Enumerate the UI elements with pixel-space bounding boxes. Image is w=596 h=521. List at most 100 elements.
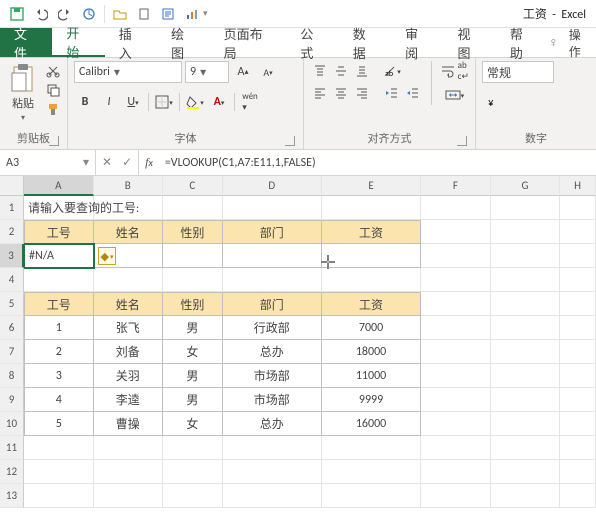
- cell-D7[interactable]: 总办: [223, 340, 322, 364]
- cell-E2[interactable]: 工资: [322, 220, 421, 244]
- cell-A12[interactable]: [24, 460, 94, 484]
- cell-G10[interactable]: [491, 412, 561, 436]
- align-left-icon[interactable]: [310, 83, 330, 103]
- cell-D5[interactable]: 部门: [223, 292, 322, 316]
- cell-G4[interactable]: [491, 268, 561, 292]
- dialog-launcher-icon[interactable]: [285, 136, 295, 146]
- cell-H7[interactable]: [560, 340, 596, 364]
- cell-G5[interactable]: [491, 292, 561, 316]
- row-header-11[interactable]: 11: [0, 436, 24, 460]
- cell-D12[interactable]: [223, 460, 322, 484]
- tab-view[interactable]: 视图: [444, 28, 496, 57]
- row-header-9[interactable]: 9: [0, 388, 24, 412]
- cell-B8[interactable]: 关羽: [94, 364, 164, 388]
- cell-H9[interactable]: [560, 388, 596, 412]
- cell-G9[interactable]: [491, 388, 561, 412]
- tab-review[interactable]: 审阅: [391, 28, 443, 57]
- font-name-combo[interactable]: Calibri▾: [74, 61, 182, 83]
- fx-icon[interactable]: fx: [139, 150, 159, 175]
- cell-G6[interactable]: [491, 316, 561, 340]
- phonetic-icon[interactable]: wén▾: [239, 91, 261, 113]
- cell-F11[interactable]: [421, 436, 491, 460]
- italic-button[interactable]: I: [98, 91, 120, 113]
- cell-B9[interactable]: 李逵: [94, 388, 164, 412]
- format-painter-icon[interactable]: [44, 101, 62, 117]
- cell-E4[interactable]: [322, 268, 421, 292]
- error-indicator-icon[interactable]: ◆▾: [98, 247, 116, 265]
- tell-me-icon[interactable]: ♀: [548, 34, 559, 51]
- cell-B4[interactable]: [94, 268, 164, 292]
- fill-color-icon[interactable]: ▾: [184, 91, 206, 113]
- dialog-launcher-icon[interactable]: [49, 136, 59, 146]
- row-header-7[interactable]: 7: [0, 340, 24, 364]
- column-header-B[interactable]: B: [94, 176, 164, 196]
- cell-D3[interactable]: [223, 244, 322, 268]
- cell-E6[interactable]: 7000: [322, 316, 421, 340]
- redo-icon[interactable]: [54, 3, 76, 25]
- accounting-format-icon[interactable]: ¥: [482, 91, 504, 113]
- cell-F12[interactable]: [421, 460, 491, 484]
- column-header-F[interactable]: F: [421, 176, 491, 196]
- open-icon[interactable]: [109, 3, 131, 25]
- cell-A4[interactable]: [24, 268, 94, 292]
- cell-F6[interactable]: [421, 316, 491, 340]
- cell-C10[interactable]: 女: [163, 412, 223, 436]
- cell-H13[interactable]: [560, 484, 596, 508]
- increase-indent-icon[interactable]: [403, 83, 423, 103]
- orientation-icon[interactable]: ab▾: [382, 61, 402, 81]
- cell-H4[interactable]: [560, 268, 596, 292]
- tab-data[interactable]: 数据: [339, 28, 391, 57]
- cell-E10[interactable]: 16000: [322, 412, 421, 436]
- formula-input[interactable]: =VLOOKUP(C1,A7:E11,1,FALSE): [159, 150, 596, 175]
- cell-D10[interactable]: 总办: [223, 412, 322, 436]
- cell-H10[interactable]: [560, 412, 596, 436]
- cell-H11[interactable]: [560, 436, 596, 460]
- cancel-icon[interactable]: ✕: [102, 155, 112, 170]
- chart-icon[interactable]: [181, 3, 203, 25]
- row-header-1[interactable]: 1: [0, 196, 24, 220]
- tab-formulas[interactable]: 公式: [286, 28, 338, 57]
- tab-insert[interactable]: 插入: [105, 28, 157, 57]
- cell-A6[interactable]: 1: [24, 316, 94, 340]
- cell-D2[interactable]: 部门: [223, 220, 322, 244]
- cell-F7[interactable]: [421, 340, 491, 364]
- cell-B2[interactable]: 姓名: [94, 220, 164, 244]
- cell-G2[interactable]: [491, 220, 561, 244]
- copy-icon[interactable]: [44, 82, 62, 98]
- enter-icon[interactable]: ✓: [122, 155, 132, 170]
- font-size-combo[interactable]: 9▾: [185, 61, 229, 83]
- cell-A10[interactable]: 5: [24, 412, 94, 436]
- cell-H1[interactable]: [560, 196, 596, 220]
- cell-E3[interactable]: [322, 244, 421, 268]
- cell-B7[interactable]: 刘备: [94, 340, 164, 364]
- decrease-indent-icon[interactable]: [382, 83, 402, 103]
- column-header-D[interactable]: D: [223, 176, 322, 196]
- cell-B12[interactable]: [94, 460, 164, 484]
- row-header-12[interactable]: 12: [0, 460, 24, 484]
- cell-A8[interactable]: 3: [24, 364, 94, 388]
- cell-F5[interactable]: [421, 292, 491, 316]
- decrease-font-icon[interactable]: A▾: [257, 61, 279, 83]
- cell-B5[interactable]: 姓名: [94, 292, 164, 316]
- cell-H12[interactable]: [560, 460, 596, 484]
- cell-E12[interactable]: [322, 460, 421, 484]
- cell-C6[interactable]: 男: [163, 316, 223, 340]
- cell-E11[interactable]: [322, 436, 421, 460]
- tab-home[interactable]: 开始: [52, 28, 104, 57]
- align-right-icon[interactable]: [352, 83, 372, 103]
- cell-A1[interactable]: 请输入要查询的工号:: [24, 196, 94, 220]
- cell-G7[interactable]: [491, 340, 561, 364]
- cell-H3[interactable]: [560, 244, 596, 268]
- undo-icon[interactable]: [30, 3, 52, 25]
- tab-page-layout[interactable]: 页面布局: [210, 28, 287, 57]
- cell-G13[interactable]: [491, 484, 561, 508]
- cell-F1[interactable]: [421, 196, 490, 220]
- cell-H8[interactable]: [560, 364, 596, 388]
- touch-mode-icon[interactable]: [133, 3, 155, 25]
- merge-center-icon[interactable]: ▾: [440, 85, 469, 105]
- cell-A7[interactable]: 2: [24, 340, 94, 364]
- column-header-A[interactable]: A: [24, 176, 94, 196]
- column-header-E[interactable]: E: [322, 176, 421, 196]
- cell-C11[interactable]: [163, 436, 223, 460]
- properties-icon[interactable]: [157, 3, 179, 25]
